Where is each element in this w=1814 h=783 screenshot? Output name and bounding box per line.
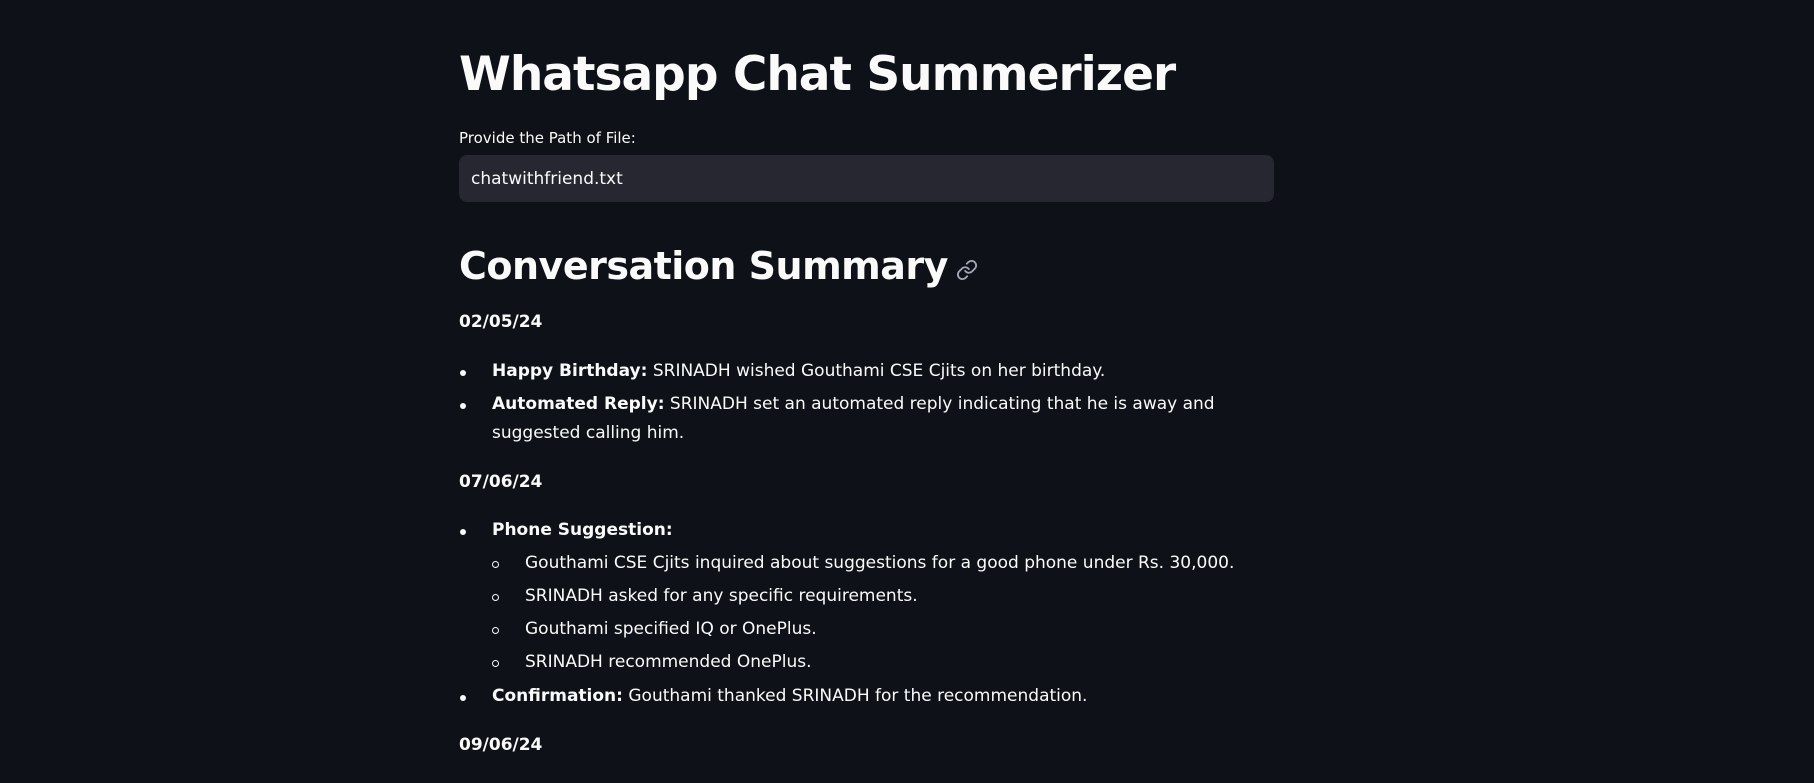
item-text: Gouthami CSE Cjits inquired about sugges… [525,553,1235,573]
item-text: Gouthami thanked SRINADH for the recomme… [622,686,1088,706]
bullet-icon [459,357,473,386]
page-title: Whatsapp Chat Summerizer [459,47,1176,102]
item-text: SRINADH asked for any specific requireme… [525,586,918,606]
bullet-icon [459,390,473,419]
circle-bullet-icon [492,615,506,644]
date-heading: 02/05/24 [459,312,543,332]
summary-header: Conversation Summary [459,237,978,295]
item-text: SRINADH recommended OnePlus. [525,652,812,672]
link-icon[interactable] [956,259,978,281]
bullet-icon [459,516,473,545]
item-text: SRINADH wished Gouthami CSE Cjits on her… [647,361,1106,381]
summary-title: Conversation Summary [459,244,948,288]
item-label: Phone Suggestion: [492,520,673,540]
circle-bullet-icon [492,582,506,611]
circle-bullet-icon [492,549,506,578]
item-text: Gouthami specified IQ or OnePlus. [525,619,817,639]
date-heading: 09/06/24 [459,735,543,755]
circle-bullet-icon [492,648,506,677]
item-label: Automated Reply: [492,394,665,414]
file-path-label: Provide the Path of File: [459,129,636,147]
date-heading: 07/06/24 [459,472,543,492]
item-label: Confirmation: [492,686,623,706]
bullet-icon [459,682,473,711]
file-path-input[interactable] [459,155,1274,202]
item-label: Happy Birthday: [492,361,648,381]
